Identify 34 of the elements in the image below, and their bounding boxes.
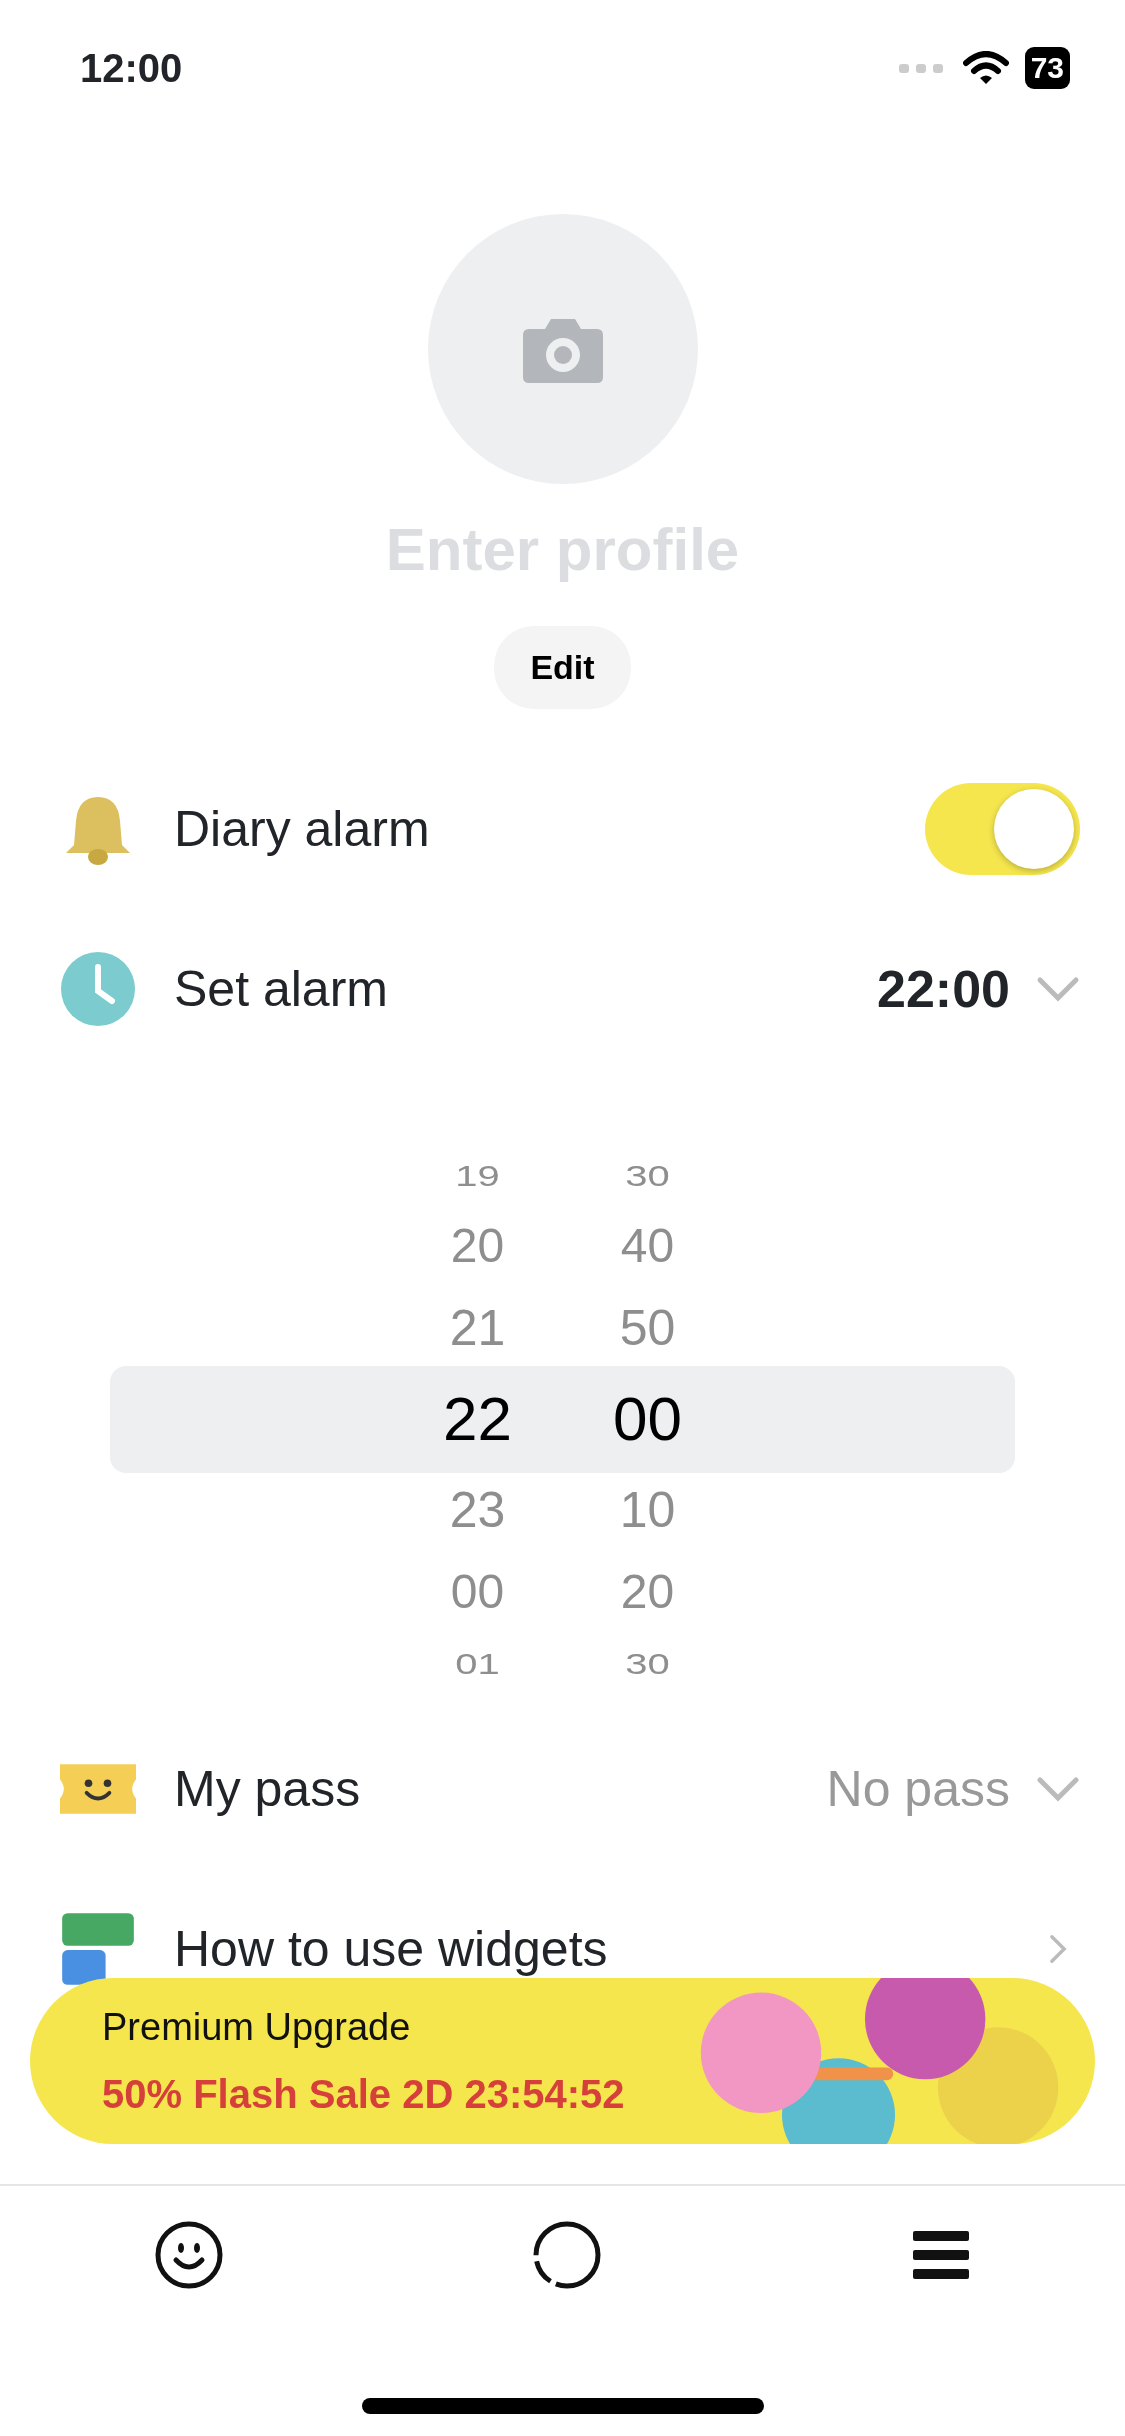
menu-label[interactable]: My pass [174, 1761, 361, 1817]
alarm-time[interactable]: 22:00 [877, 950, 1010, 1028]
hour-option[interactable]: 22 [422, 1369, 533, 1469]
minute-option[interactable]: 30 [592, 1640, 703, 1686]
minute-option[interactable]: 20 [592, 1551, 703, 1633]
hour-option[interactable]: 00 [422, 1551, 533, 1633]
hour-option[interactable]: 23 [422, 1469, 533, 1551]
minute-option[interactable]: 30 [592, 1152, 703, 1198]
chevron-down-icon [1036, 1774, 1080, 1804]
widgets-icon [60, 1911, 136, 1987]
minute-option[interactable]: 00 [592, 1369, 703, 1469]
chevron-down-icon [1036, 974, 1080, 1004]
status-time: 12:00 [80, 45, 183, 92]
pass-status: No pass [826, 1759, 1010, 1819]
banner-title: Premium Upgrade [102, 2004, 412, 2050]
setting-label: Set alarm [174, 959, 389, 1019]
edit-button[interactable]: Edit [494, 626, 631, 709]
smiley-face-icon[interactable] [154, 2220, 225, 2290]
minute-option[interactable]: 50 [592, 1287, 703, 1369]
ring-icon[interactable] [532, 2220, 603, 2290]
menu-icon[interactable] [910, 2229, 971, 2281]
hour-option[interactable]: 21 [422, 1287, 533, 1369]
minute-option[interactable]: 40 [592, 1205, 703, 1287]
clock-icon [60, 951, 136, 1027]
menu-label[interactable]: How to use widgets [174, 1921, 608, 1977]
battery-level: 73 [1024, 47, 1070, 89]
premium-banner[interactable]: Premium Upgrade 50% Flash Sale 2D 23:54:52 [30, 1978, 1095, 2144]
hour-option[interactable]: 01 [422, 1640, 533, 1686]
banner-sale-text: 50% Flash Sale 2D 23:54:52 [102, 2070, 626, 2118]
wifi-icon [962, 51, 1009, 85]
hour-option[interactable]: 20 [422, 1205, 533, 1287]
hour-option[interactable]: 19 [422, 1152, 533, 1198]
minute-option[interactable]: 10 [592, 1469, 703, 1551]
setting-label: Diary alarm [174, 799, 431, 859]
